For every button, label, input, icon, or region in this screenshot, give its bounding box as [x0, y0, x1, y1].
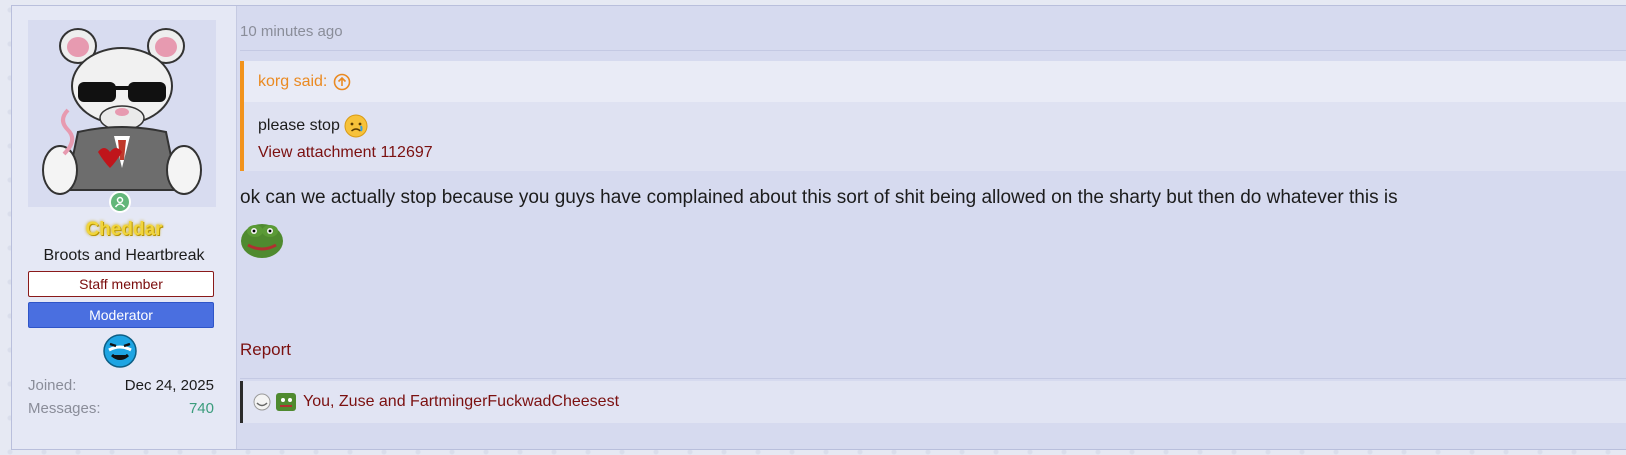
rat-avatar-icon: [42, 28, 202, 195]
reaction-icons: [251, 392, 297, 412]
stat-messages: Messages: 740: [28, 400, 214, 417]
message-user-column: Cheddar Broots and Heartbreak Staff memb…: [12, 6, 237, 449]
report-link[interactable]: Report: [240, 340, 291, 360]
pepe-frog-emoji-icon: [240, 217, 284, 259]
staff-member-banner: Staff member: [28, 271, 214, 297]
quote-text: please stop: [258, 117, 340, 134]
message-body-text: ok can we actually stop because you guys…: [240, 187, 1398, 208]
attachment-link[interactable]: View attachment 112697: [258, 144, 1616, 162]
message-content: 10 minutes ago korg said: please stop Vi…: [240, 6, 1626, 449]
laugh-reaction-icon: [253, 393, 271, 411]
reactions-list[interactable]: You, Zuse and FartmingerFuckwadCheesest: [303, 393, 619, 411]
avatar[interactable]: [28, 20, 216, 207]
divider: [240, 50, 1626, 51]
quote-header[interactable]: korg said:: [244, 61, 1626, 102]
stat-joined-value: Dec 24, 2025: [124, 377, 214, 394]
sad-face-emoji-icon: [344, 114, 368, 138]
quote-body: please stop View attachment 112697: [244, 102, 1626, 174]
quote-author[interactable]: korg said:: [258, 61, 327, 102]
stat-joined-label: Joined:: [28, 377, 77, 394]
moderator-banner: Moderator: [28, 302, 214, 328]
arrow-up-circle-icon[interactable]: [333, 73, 351, 91]
quote-block: korg said: please stop View attachment 1…: [240, 61, 1626, 171]
username[interactable]: Cheddar: [12, 219, 236, 241]
stat-messages-value[interactable]: 740: [189, 400, 214, 417]
pepe-reaction-icon: [276, 393, 296, 411]
online-status-icon: [109, 191, 131, 213]
post-timestamp[interactable]: 10 minutes ago: [240, 23, 343, 40]
laughing-globe-icon[interactable]: [103, 334, 137, 368]
user-title: Broots and Heartbreak: [43, 247, 205, 264]
reactions-bar[interactable]: You, Zuse and FartmingerFuckwadCheesest: [240, 381, 1626, 423]
divider: [240, 378, 1626, 379]
forum-post: Cheddar Broots and Heartbreak Staff memb…: [11, 5, 1626, 450]
stat-joined: Joined: Dec 24, 2025: [28, 377, 214, 394]
stat-messages-label: Messages:: [28, 400, 101, 417]
